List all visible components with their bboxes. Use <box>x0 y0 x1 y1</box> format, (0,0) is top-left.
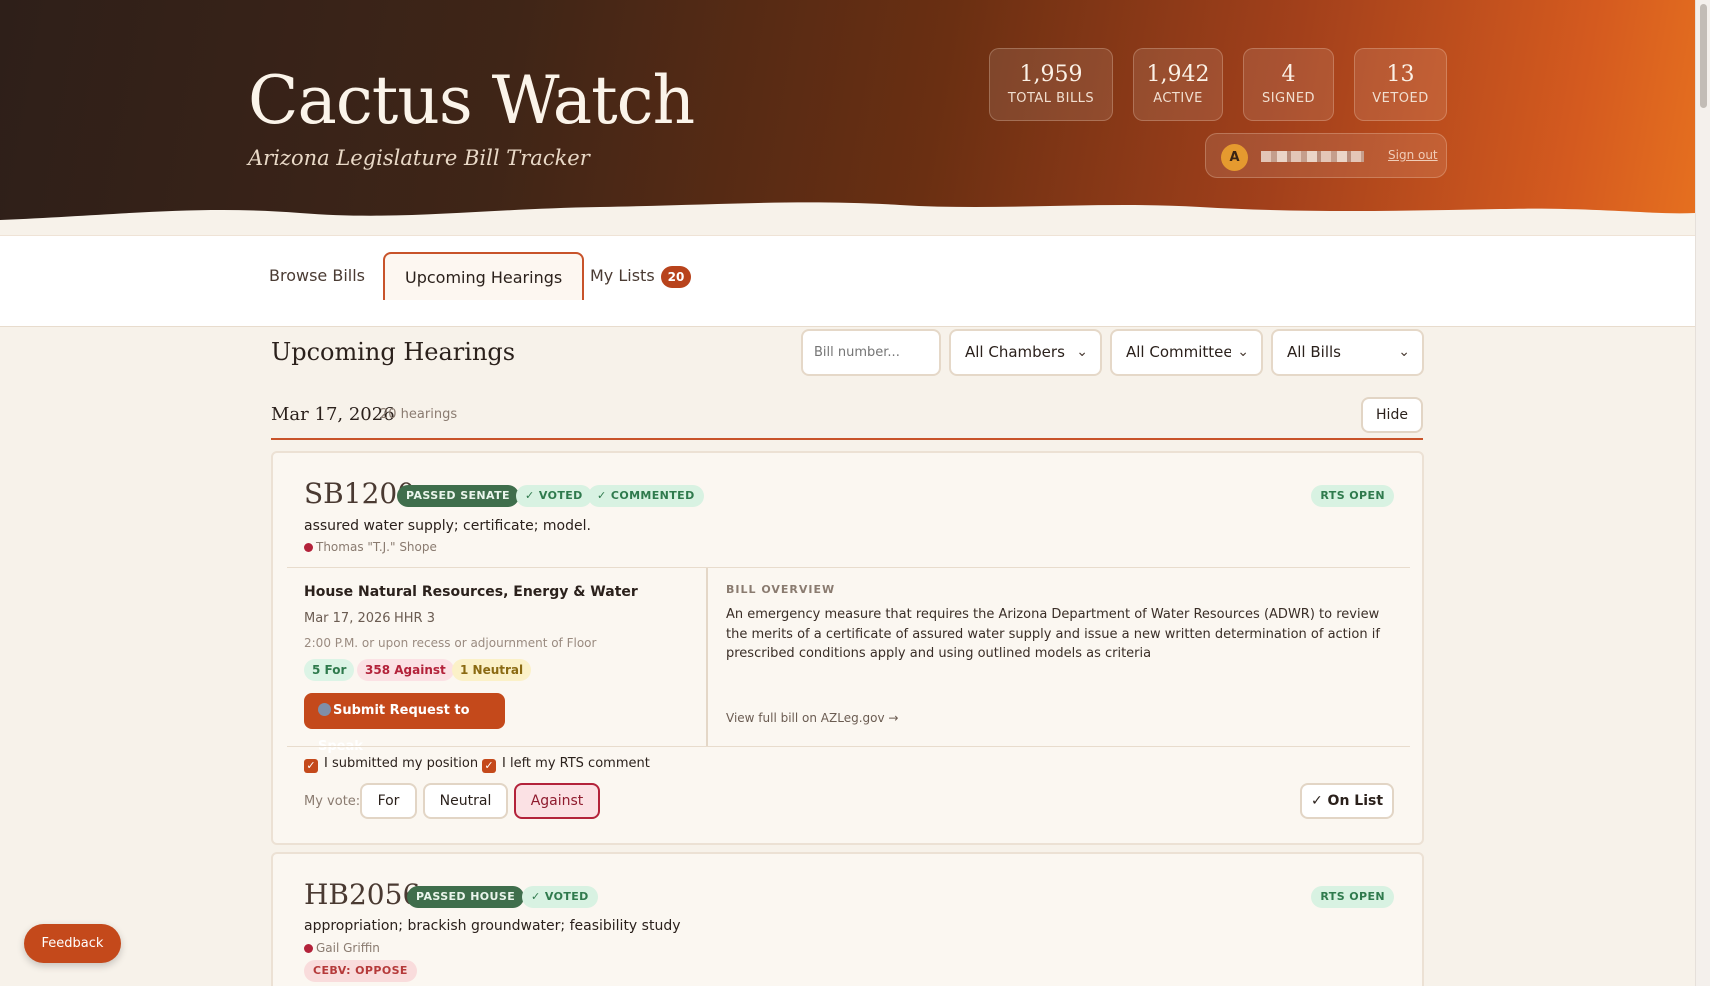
hearing-room: HHR 3 <box>394 611 435 626</box>
checkmark-icon: ✓ <box>482 759 496 773</box>
hide-button[interactable]: Hide <box>1361 397 1423 433</box>
user-menu: A Sign out <box>1205 133 1447 178</box>
date-group-date: Mar 17, 2026 <box>271 404 395 425</box>
my-lists-count-badge: 20 <box>660 265 692 288</box>
tab-my-lists[interactable]: My Lists 20 <box>590 252 692 300</box>
bill-short-title: appropriation; brackish groundwater; fea… <box>304 918 681 934</box>
globe-icon <box>318 703 331 716</box>
stat-total-bills: 1,959 TOTAL BILLS <box>989 48 1113 121</box>
bill-number-input[interactable] <box>801 329 941 376</box>
rts-open-badge: RTS OPEN <box>1311 886 1394 908</box>
neutral-count-pill: 1 Neutral <box>452 659 532 681</box>
chamber-select[interactable]: All Chambers ⌄ <box>949 329 1102 376</box>
hearing-time: 2:00 P.M. or upon recess or adjournment … <box>304 636 597 650</box>
hearing-date: Mar 17, 2026 <box>304 611 391 626</box>
stat-active: 1,942 ACTIVE <box>1133 48 1223 121</box>
feedback-button[interactable]: Feedback <box>24 924 121 963</box>
sign-out-link[interactable]: Sign out <box>1388 148 1438 162</box>
hearing-committee: House Natural Resources, Energy & Water <box>304 584 638 600</box>
vote-neutral-button[interactable]: Neutral <box>423 783 508 819</box>
tab-upcoming-hearings[interactable]: Upcoming Hearings <box>383 252 585 300</box>
committee-select[interactable]: All Committees ⌄ <box>1110 329 1263 376</box>
voted-badge: ✓ VOTED <box>516 485 592 507</box>
tab-browse-bills[interactable]: Browse Bills <box>269 252 365 300</box>
for-count-pill: 5 For <box>304 659 355 681</box>
chevron-down-icon: ⌄ <box>1231 331 1249 374</box>
bills-filter-select[interactable]: All Bills ⌄ <box>1271 329 1424 376</box>
submit-request-to-speak-button[interactable]: Submit Request to Speak <box>304 693 505 754</box>
hearing-card: SB1200 PASSED SENATE ✓ VOTED ✓ COMMENTED… <box>271 451 1424 845</box>
date-group-header: Mar 17, 2026 20 hearings Hide <box>271 394 1423 440</box>
against-count-pill: 358 Against <box>357 659 454 681</box>
status-badge: PASSED SENATE <box>397 485 519 507</box>
app-title: Cactus Watch <box>248 62 695 139</box>
commented-badge: ✓ COMMENTED <box>588 485 704 507</box>
app-subtitle: Arizona Legislature Bill Tracker <box>248 146 590 170</box>
divider <box>706 568 708 746</box>
chevron-down-icon: ⌄ <box>1076 344 1088 360</box>
overview-text: An emergency measure that requires the A… <box>726 607 1380 661</box>
status-badge: PASSED HOUSE <box>407 886 525 908</box>
my-vote-label: My vote: <box>304 794 361 809</box>
scrollbar[interactable] <box>1695 0 1710 986</box>
voted-badge: ✓ VOTED <box>522 886 598 908</box>
chevron-down-icon: ⌄ <box>1398 344 1410 360</box>
divider <box>287 746 1410 747</box>
redacted-username <box>1261 151 1364 162</box>
cebv-position-badge: CEBV: OPPOSE <box>304 960 417 982</box>
hero-header: Cactus Watch Arizona Legislature Bill Tr… <box>0 0 1695 235</box>
bill-number[interactable]: HB2056 <box>304 878 420 911</box>
bill-sponsor: Thomas "T.J." Shope <box>304 540 437 554</box>
checkmark-icon: ✓ <box>304 759 318 773</box>
page-title: Upcoming Hearings <box>271 338 516 366</box>
bill-sponsor: Gail Griffin <box>304 941 380 955</box>
submitted-position-checkbox[interactable]: ✓ I submitted my position <box>304 756 478 773</box>
vote-against-button[interactable]: Against <box>514 783 600 819</box>
date-group-count: 20 hearings <box>380 407 458 422</box>
tab-bar: Browse Bills Upcoming Hearings My Lists 2… <box>0 235 1695 327</box>
overview-heading: BILL OVERVIEW <box>726 583 836 596</box>
view-full-bill-link[interactable]: View full bill on AZLeg.gov → <box>726 711 898 725</box>
bill-short-title: assured water supply; certificate; model… <box>304 518 591 534</box>
tab-my-lists-label: My Lists <box>590 266 655 285</box>
on-list-button[interactable]: ✓ On List <box>1300 783 1394 819</box>
rts-open-badge: RTS OPEN <box>1311 485 1394 507</box>
divider <box>287 567 1410 568</box>
left-rts-comment-checkbox[interactable]: ✓ I left my RTS comment <box>482 756 650 773</box>
header-wave-divider <box>0 202 1695 235</box>
party-dot-icon <box>304 944 313 953</box>
party-dot-icon <box>304 543 313 552</box>
scrollbar-thumb[interactable] <box>1700 4 1707 108</box>
stat-vetoed: 13 VETOED <box>1354 48 1447 121</box>
vote-for-button[interactable]: For <box>360 783 417 819</box>
stat-signed: 4 SIGNED <box>1243 48 1334 121</box>
hearing-card: HB2056 PASSED HOUSE ✓ VOTED RTS OPEN app… <box>271 852 1424 986</box>
avatar[interactable]: A <box>1221 144 1248 171</box>
